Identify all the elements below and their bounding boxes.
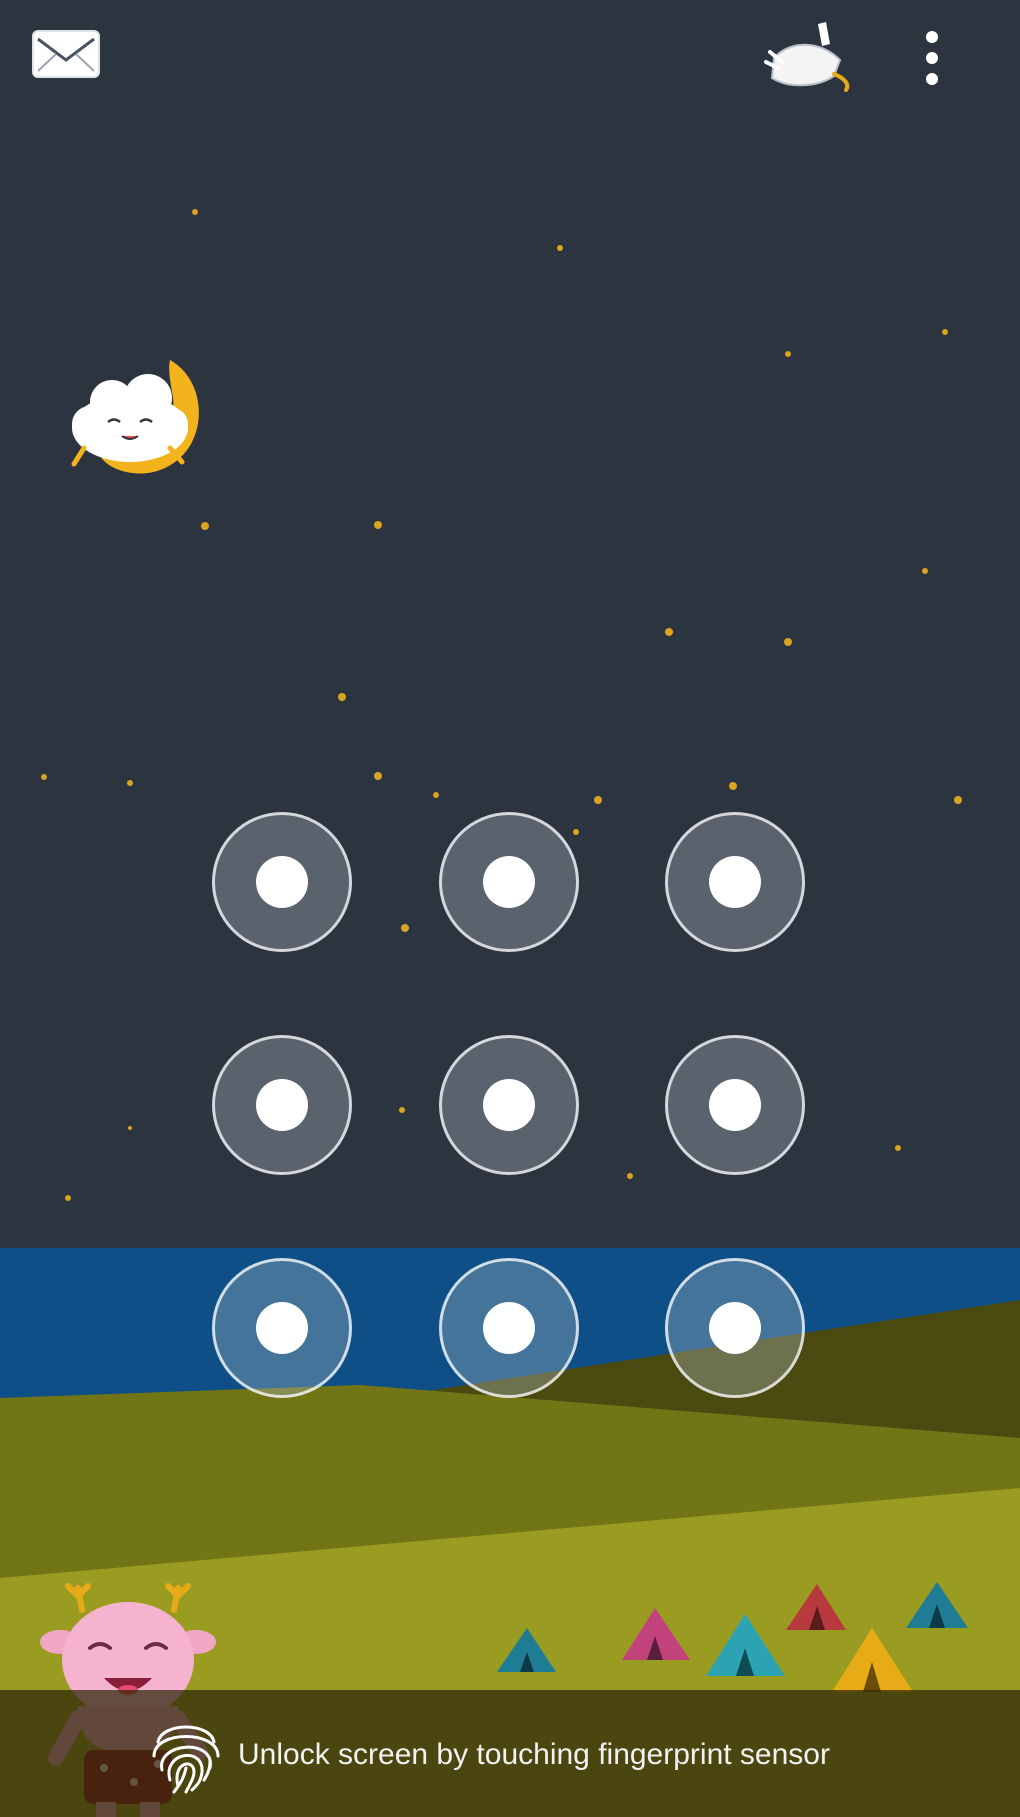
pattern-dot-7[interactable] (212, 1258, 352, 1398)
lock-screen: Unlock screen by touching fingerprint se… (0, 0, 1020, 1817)
pattern-dot-center (709, 856, 761, 908)
overflow-menu-icon[interactable] (915, 28, 949, 88)
pattern-dot-center (709, 1079, 761, 1131)
pattern-dot-5[interactable] (439, 1035, 579, 1175)
pattern-dot-center (483, 856, 535, 908)
fingerprint-icon[interactable] (148, 1712, 224, 1796)
pattern-dot-center (483, 1302, 535, 1354)
pattern-dot-1[interactable] (212, 812, 352, 952)
pattern-dot-8[interactable] (439, 1258, 579, 1398)
pattern-dot-6[interactable] (665, 1035, 805, 1175)
fingerprint-hint-text: Unlock screen by touching fingerprint se… (238, 1738, 830, 1771)
pattern-dot-center (256, 1079, 308, 1131)
pattern-dot-center (709, 1302, 761, 1354)
pattern-dot-2[interactable] (439, 812, 579, 952)
pattern-dot-center (256, 856, 308, 908)
pattern-dot-center (483, 1079, 535, 1131)
pattern-dot-9[interactable] (665, 1258, 805, 1398)
envelope-icon[interactable] (30, 28, 102, 80)
cloud-moon-illustration (71, 360, 199, 474)
pattern-dot-4[interactable] (212, 1035, 352, 1175)
pattern-dot-center (256, 1302, 308, 1354)
paintbrush-icon[interactable] (760, 18, 860, 94)
pattern-dot-3[interactable] (665, 812, 805, 952)
